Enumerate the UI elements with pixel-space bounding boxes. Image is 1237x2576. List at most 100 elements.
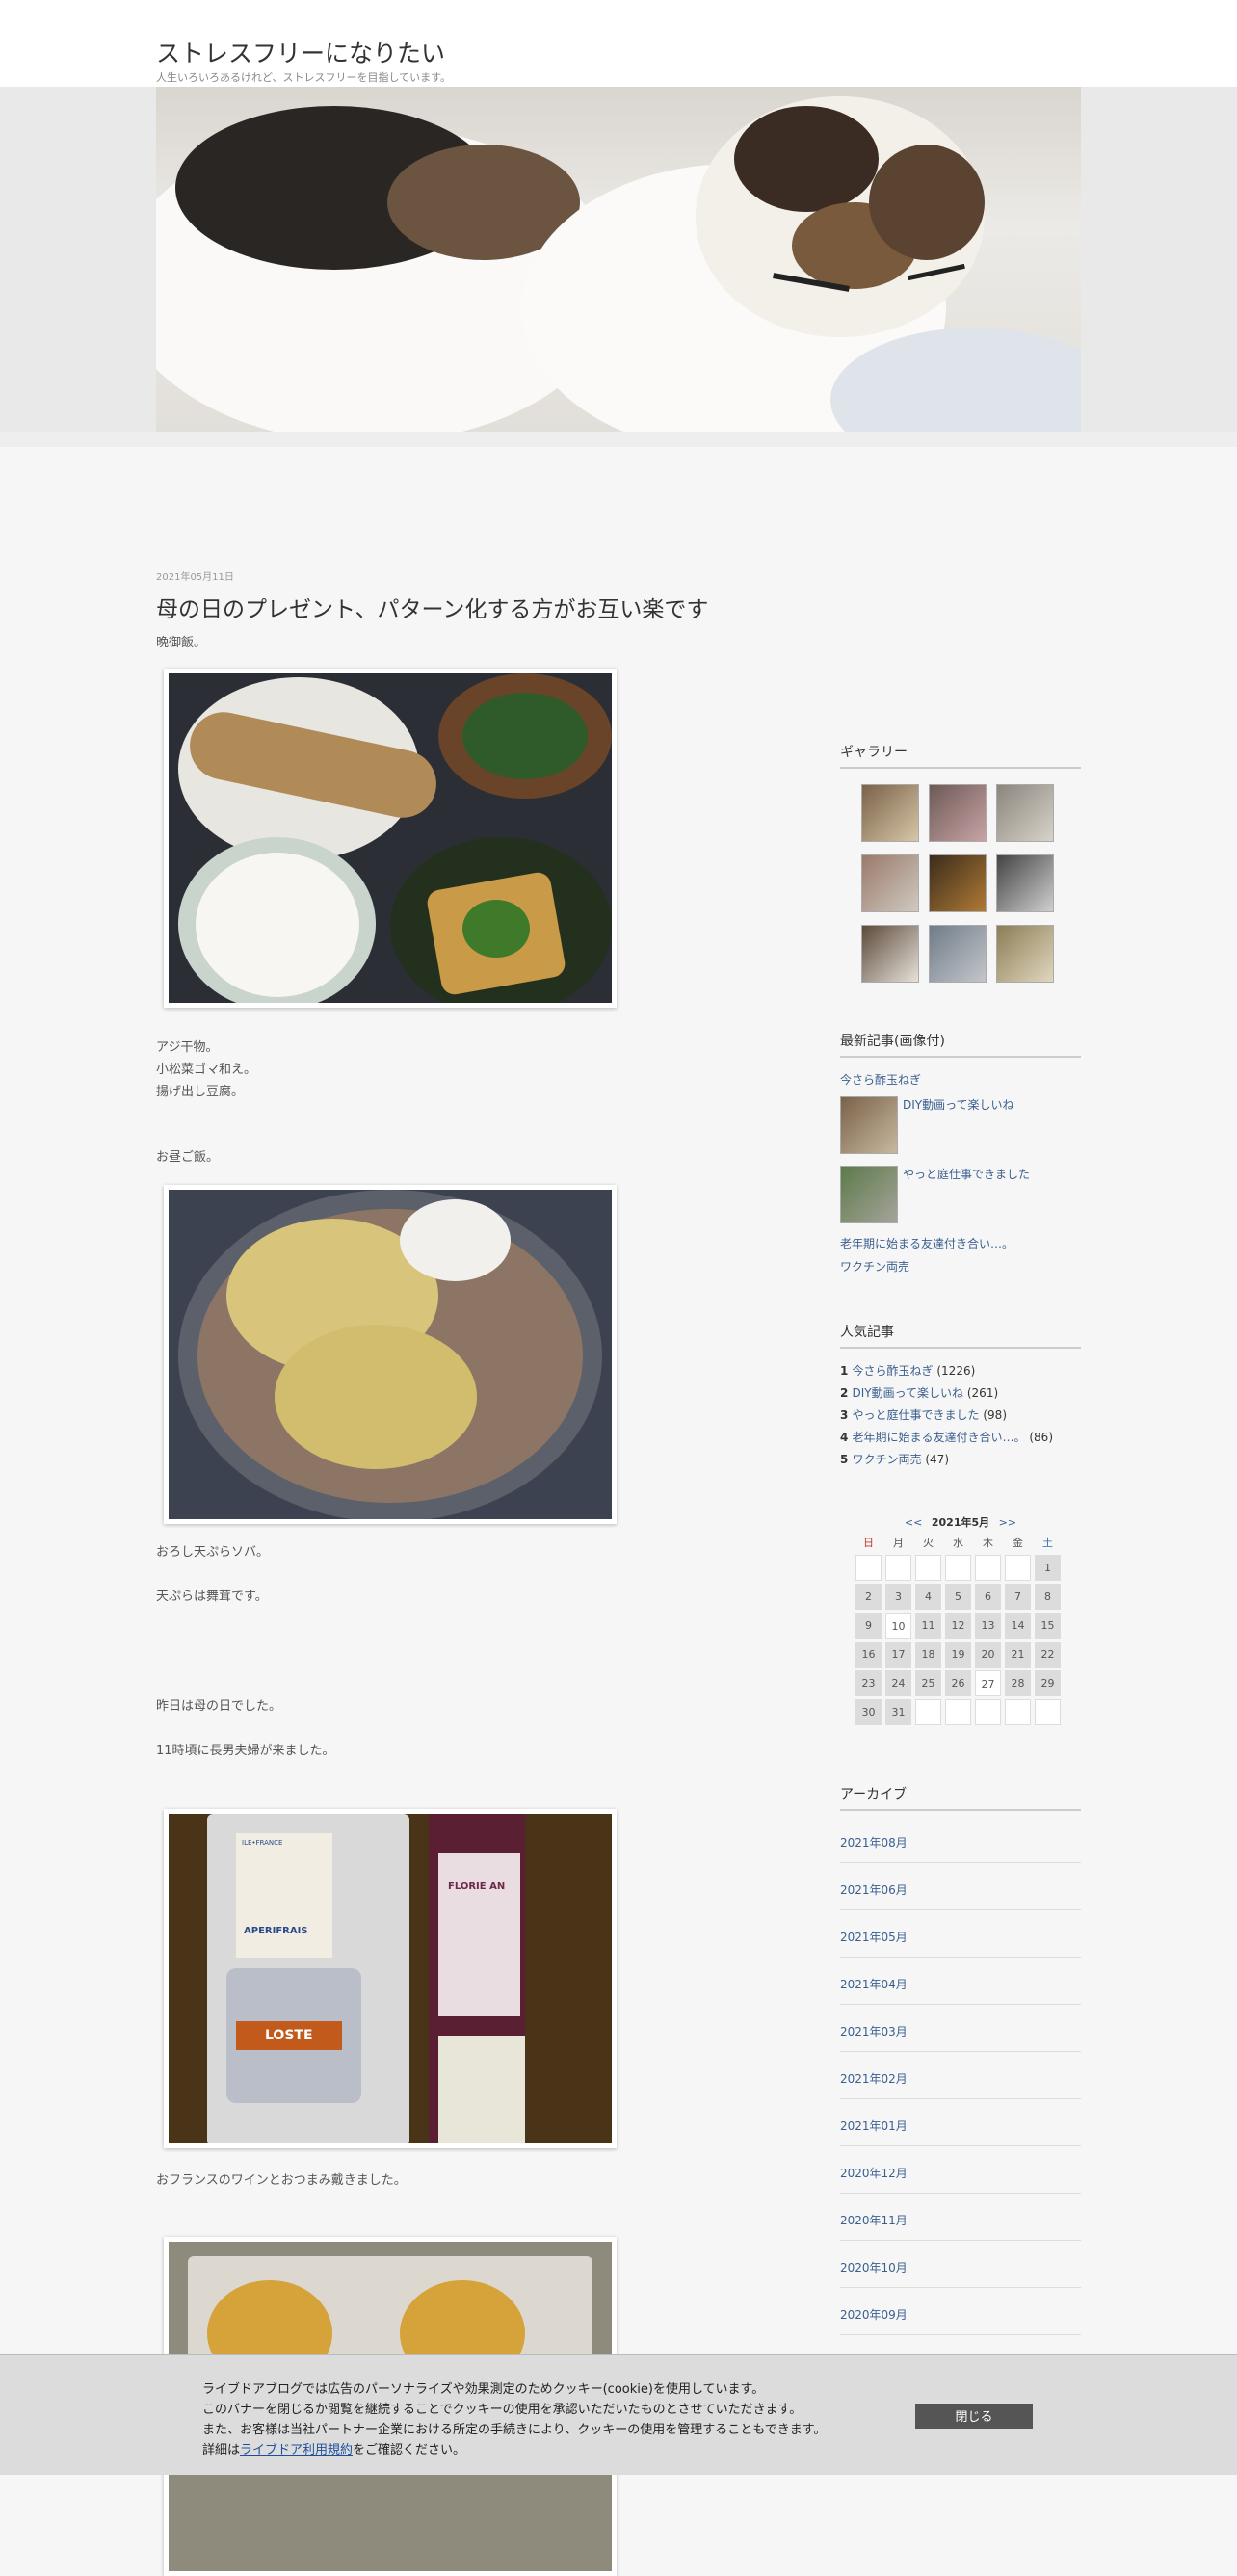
post-paragraph: アジ干物。 xyxy=(156,1040,219,1055)
calendar-empty-cell xyxy=(915,1699,941,1725)
archive-item[interactable]: 2020年10月 xyxy=(840,2242,1081,2288)
calendar-month: 2021年5月 xyxy=(931,1516,990,1529)
popular-rank: 4 xyxy=(840,1431,853,1444)
popular-item: 3 やっと庭仕事できました (98) xyxy=(840,1406,1081,1429)
calendar-day[interactable]: 13 xyxy=(975,1613,1001,1639)
calendar-next-link[interactable]: >> xyxy=(999,1516,1016,1529)
site-title[interactable]: ストレスフリーになりたい xyxy=(156,35,445,69)
calendar-day[interactable]: 26 xyxy=(945,1670,971,1696)
gallery-thumb[interactable] xyxy=(996,925,1054,983)
calendar-day[interactable]: 25 xyxy=(915,1670,941,1696)
archive-link[interactable]: 2021年02月 xyxy=(840,2070,908,2087)
calendar-day[interactable]: 17 xyxy=(885,1642,911,1668)
cookie-text: このバナーを閉じるか閲覧を継続することでクッキーの使用を承認いただいたものとさせ… xyxy=(202,2403,803,2417)
archive-item[interactable]: 2021年05月 xyxy=(840,1911,1081,1958)
post-paragraph: 晩御飯。 xyxy=(156,636,207,650)
archive-link[interactable]: 2020年11月 xyxy=(840,2212,908,2228)
latest-post-link[interactable]: DIY動画って楽しいね xyxy=(903,1096,1014,1113)
popular-link[interactable]: ワクチン両売 xyxy=(853,1453,922,1466)
popular-link[interactable]: やっと庭仕事できました xyxy=(853,1408,980,1422)
latest-post-link[interactable]: ワクチン両売 xyxy=(840,1258,909,1275)
calendar-day[interactable]: 14 xyxy=(1005,1613,1031,1639)
gallery-thumb[interactable] xyxy=(929,854,987,912)
gallery-thumb[interactable] xyxy=(861,854,919,912)
popular-link[interactable]: 今さら酢玉ねぎ xyxy=(853,1364,934,1378)
calendar-day[interactable]: 7 xyxy=(1005,1584,1031,1610)
archive-item[interactable]: 2020年12月 xyxy=(840,2147,1081,2194)
calendar-day[interactable]: 31 xyxy=(885,1699,911,1725)
archive-item[interactable]: 2021年08月 xyxy=(840,1817,1081,1863)
latest-post-link[interactable]: 今さら酢玉ねぎ xyxy=(840,1071,921,1088)
calendar-day[interactable]: 18 xyxy=(915,1642,941,1668)
archive-link[interactable]: 2021年03月 xyxy=(840,2023,908,2039)
archive-item[interactable]: 2021年04月 xyxy=(840,1958,1081,2005)
gallery-thumb[interactable] xyxy=(861,925,919,983)
calendar-day[interactable]: 16 xyxy=(855,1642,882,1668)
calendar-day[interactable]: 12 xyxy=(945,1613,971,1639)
archive-item[interactable]: 2021年06月 xyxy=(840,1864,1081,1910)
archive-link[interactable]: 2021年04月 xyxy=(840,1976,908,1992)
archive-item[interactable]: 2020年11月 xyxy=(840,2195,1081,2241)
calendar-day[interactable]: 1 xyxy=(1035,1555,1061,1581)
calendar-empty-cell xyxy=(1005,1699,1031,1725)
archive-link[interactable]: 2021年08月 xyxy=(840,1834,908,1851)
calendar-day[interactable]: 3 xyxy=(885,1584,911,1610)
latest-heading: 最新記事(画像付) xyxy=(840,1031,1081,1058)
calendar-empty-cell xyxy=(1005,1555,1031,1581)
calendar-prev-link[interactable]: << xyxy=(905,1516,922,1529)
latest-post-thumb[interactable] xyxy=(840,1166,898,1223)
post-paragraph: 天ぷらは舞茸です。 xyxy=(156,1590,268,1604)
calendar-weekday: 水 xyxy=(953,1537,963,1549)
popular-count: (1226) xyxy=(933,1364,976,1378)
archive-link[interactable]: 2020年12月 xyxy=(840,2165,908,2181)
popular-link[interactable]: DIY動画って楽しいね xyxy=(853,1386,964,1400)
calendar-day[interactable]: 2 xyxy=(855,1584,882,1610)
gallery-thumb[interactable] xyxy=(861,784,919,842)
archive-item[interactable]: 2021年01月 xyxy=(840,2100,1081,2146)
gallery-thumb[interactable] xyxy=(996,854,1054,912)
calendar-day[interactable]: 30 xyxy=(855,1699,882,1725)
archive-item[interactable]: 2021年02月 xyxy=(840,2053,1081,2099)
popular-link[interactable]: 老年期に始まる友達付き合い…。 xyxy=(853,1431,1026,1444)
cookie-close-button[interactable]: 閉じる xyxy=(915,2404,1033,2429)
calendar-day[interactable]: 6 xyxy=(975,1584,1001,1610)
post-image-wine[interactable]: ILE•FRANCE APERIFRAIS LOSTE FLORIE AN xyxy=(164,1809,617,2148)
latest-post-link[interactable]: やっと庭仕事できました xyxy=(903,1166,1030,1182)
latest-post-link[interactable]: 老年期に始まる友達付き合い…。 xyxy=(840,1235,1013,1251)
calendar-day[interactable]: 23 xyxy=(855,1670,882,1696)
calendar-day[interactable]: 8 xyxy=(1035,1584,1061,1610)
archive-link[interactable]: 2021年05月 xyxy=(840,1929,908,1945)
archive-link[interactable]: 2021年01月 xyxy=(840,2117,908,2134)
calendar-day[interactable]: 5 xyxy=(945,1584,971,1610)
cookie-banner: ライブドアブログでは広告のパーソナライズや効果測定のためクッキー(cookie)… xyxy=(0,2354,1237,2475)
calendar-day[interactable]: 20 xyxy=(975,1642,1001,1668)
archive-link[interactable]: 2021年06月 xyxy=(840,1881,908,1898)
calendar-day[interactable]: 19 xyxy=(945,1642,971,1668)
popular-list: 1 今さら酢玉ねぎ (1226) 2 DIY動画って楽しいね (261) 3 やっと… xyxy=(840,1362,1081,1473)
calendar-empty-cell xyxy=(1035,1699,1061,1725)
calendar-day[interactable]: 9 xyxy=(855,1613,882,1639)
cookie-text: また、お客様は当社パートナー企業における所定の手続きにより、クッキーの使用を管理… xyxy=(202,2423,827,2437)
popular-item: 1 今さら酢玉ねぎ (1226) xyxy=(840,1362,1081,1384)
post-paragraph: お昼ご飯。 xyxy=(156,1150,220,1165)
calendar-day[interactable]: 29 xyxy=(1035,1670,1061,1696)
gallery-thumb[interactable] xyxy=(929,925,987,983)
calendar-day[interactable]: 11 xyxy=(915,1613,941,1639)
gallery-thumb[interactable] xyxy=(996,784,1054,842)
calendar-day[interactable]: 24 xyxy=(885,1670,911,1696)
archive-item[interactable]: 2021年03月 xyxy=(840,2006,1081,2052)
calendar-day[interactable]: 21 xyxy=(1005,1642,1031,1668)
calendar-day[interactable]: 22 xyxy=(1035,1642,1061,1668)
archive-link[interactable]: 2020年10月 xyxy=(840,2259,908,2275)
post-image-soba[interactable] xyxy=(164,1185,617,1524)
calendar-day[interactable]: 4 xyxy=(915,1584,941,1610)
calendar-day[interactable]: 15 xyxy=(1035,1613,1061,1639)
latest-post-thumb[interactable] xyxy=(840,1096,898,1154)
post-title[interactable]: 母の日のプレゼント、パターン化する方がお互い楽です xyxy=(156,591,782,623)
calendar-day[interactable]: 28 xyxy=(1005,1670,1031,1696)
post-image-dinner[interactable] xyxy=(164,669,617,1008)
archive-item[interactable]: 2020年09月 xyxy=(840,2289,1081,2335)
gallery-thumb[interactable] xyxy=(929,784,987,842)
archive-link[interactable]: 2020年09月 xyxy=(840,2306,908,2323)
terms-link[interactable]: ライブドア利用規約 xyxy=(240,2443,353,2458)
